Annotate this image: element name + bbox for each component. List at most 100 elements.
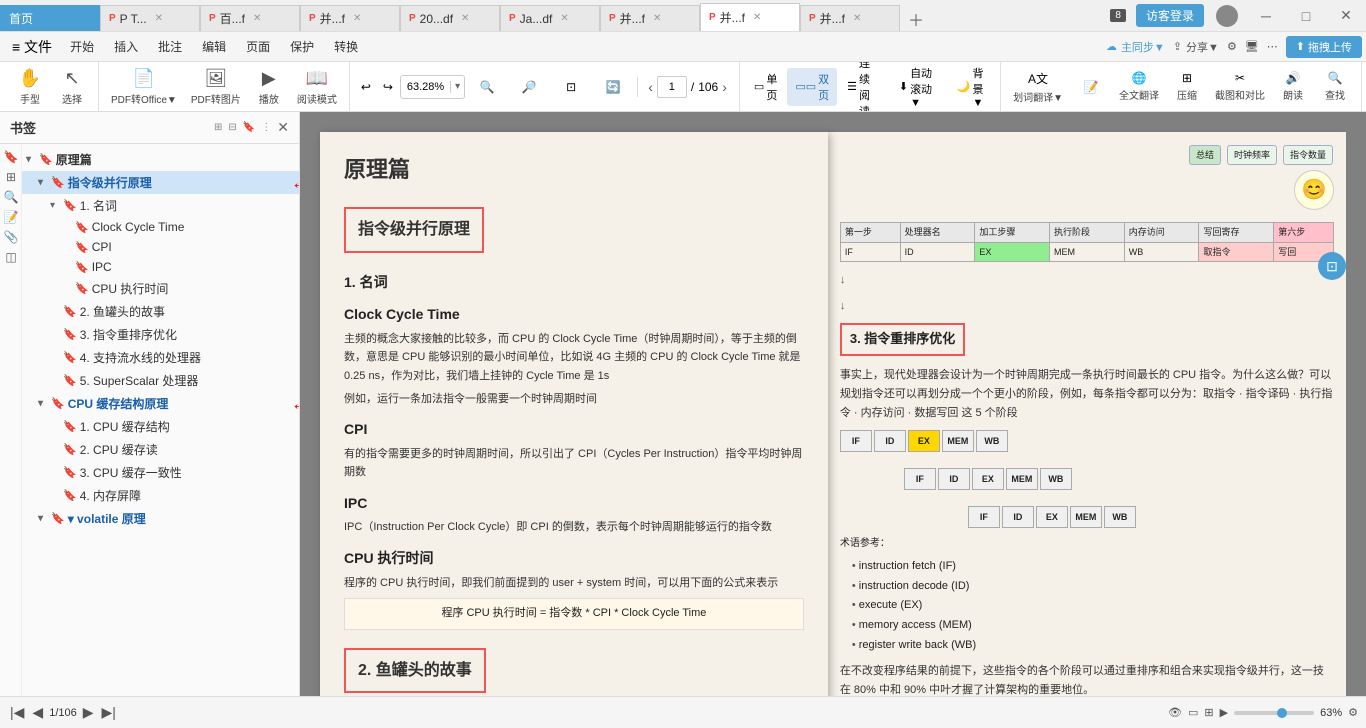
- translate-btn[interactable]: A文 划词翻译▼: [1007, 67, 1069, 107]
- tab-6[interactable]: P 并...f ✕: [600, 5, 700, 31]
- zoom-out-button[interactable]: 🔍: [467, 77, 507, 97]
- next-page-button[interactable]: ›: [722, 79, 727, 95]
- tab-3[interactable]: P 并...f ✕: [300, 5, 400, 31]
- next-page-btn[interactable]: ▶: [81, 704, 96, 721]
- zoom-slider[interactable]: [1234, 711, 1314, 715]
- sidebar-item-reorder[interactable]: 🔖 3. 指令重排序优化: [22, 323, 299, 346]
- single-page-btn[interactable]: ▭ 单页: [746, 68, 785, 106]
- play-button[interactable]: ▶ 播放: [249, 65, 289, 109]
- menu-protect[interactable]: 保护: [280, 34, 324, 59]
- screenshot-btn[interactable]: ✂ 截图和对比: [1209, 68, 1271, 105]
- zoom-in-button[interactable]: 🔎: [509, 77, 549, 97]
- sidebar-item-cache-consistency[interactable]: 🔖 3. CPU 缓存一致性: [22, 461, 299, 484]
- login-button[interactable]: 访客登录: [1136, 4, 1204, 27]
- tab-5[interactable]: P Ja...df ✕: [500, 5, 600, 31]
- continuous-btn[interactable]: ☰ 连续阅读: [839, 62, 889, 112]
- expand-button[interactable]: ⊡: [1318, 252, 1346, 280]
- search-panel-icon[interactable]: 🔍: [2, 188, 20, 206]
- tab-home[interactable]: 首页: [0, 5, 100, 31]
- add-tab-button[interactable]: ＋: [900, 7, 932, 31]
- sidebar-item-cache-struct[interactable]: 🔖 1. CPU 缓存结构: [22, 415, 299, 438]
- sidebar-item-pipeline[interactable]: 🔖 4. 支持流水线的处理器: [22, 346, 299, 369]
- tab-close-3[interactable]: ✕: [353, 13, 361, 24]
- hamburger-menu[interactable]: ≡ 文件: [4, 33, 60, 61]
- more-btn[interactable]: ⋯: [1267, 40, 1278, 53]
- menu-start[interactable]: 开始: [60, 34, 104, 59]
- read-mode-button[interactable]: 📖 阅读模式: [291, 65, 343, 109]
- sidebar-item-memory-barrier[interactable]: 🔖 4. 内存屏障: [22, 484, 299, 507]
- auto-scroll-btn[interactable]: ⬇ 自动滚动▼: [891, 62, 947, 112]
- rotate-button[interactable]: 🔄: [593, 77, 633, 97]
- monitor-btn[interactable]: 🖥: [1245, 40, 1259, 53]
- redo-button[interactable]: ↪: [378, 78, 398, 96]
- tab-close-4[interactable]: ✕: [461, 13, 469, 24]
- tab-close-7[interactable]: ✕: [753, 12, 761, 23]
- settings-btn[interactable]: ⚙: [1227, 40, 1237, 53]
- read-aloud-btn[interactable]: 🔊 朗读: [1273, 68, 1313, 105]
- hand-tool-button[interactable]: ✋ 手型: [10, 65, 50, 109]
- sidebar-item-cpu-time[interactable]: 🔖 CPU 执行时间: [22, 277, 299, 300]
- tab-2[interactable]: P 百...f ✕: [200, 5, 300, 31]
- fit-page-button[interactable]: ⊡: [551, 77, 591, 97]
- sidebar-item-cpu-cache[interactable]: ▾ 🔖 CPU 缓存结构原理 ←: [22, 392, 299, 415]
- bottom-grid-icon[interactable]: ⊞: [1204, 706, 1213, 719]
- layer-panel-icon[interactable]: ◫: [2, 248, 20, 266]
- bottom-eye-icon[interactable]: 👁: [1168, 706, 1182, 719]
- bottom-play-icon[interactable]: ▶: [1220, 706, 1228, 719]
- tab-close-8[interactable]: ✕: [853, 13, 861, 24]
- sidebar-item-fish[interactable]: 🔖 2. 鱼罐头的故事: [22, 300, 299, 323]
- double-page-btn[interactable]: ▭▭ 双页: [787, 68, 837, 106]
- attach-panel-icon[interactable]: 📎: [2, 228, 20, 246]
- sidebar-item-instruction-parallel[interactable]: ▾ 🔖 指令级并行原理 ←: [22, 171, 299, 194]
- page-input[interactable]: [657, 76, 687, 98]
- sidebar-item-cct[interactable]: 🔖 Clock Cycle Time: [22, 217, 299, 237]
- sidebar-item-superscalar[interactable]: 🔖 5. SuperScalar 处理器: [22, 369, 299, 392]
- sidebar-item-cpi[interactable]: 🔖 CPI: [22, 237, 299, 257]
- sidebar-menu-icon[interactable]: ⋮: [261, 122, 271, 133]
- share-btn[interactable]: ⇪ 分享▼: [1173, 39, 1219, 55]
- menu-annotate[interactable]: 批注: [148, 34, 192, 59]
- tab-close-1[interactable]: ✕: [155, 13, 163, 24]
- sidebar-expand-icon[interactable]: ⊞: [214, 122, 222, 133]
- last-page-btn[interactable]: ▶|: [100, 704, 118, 721]
- sidebar-item-ipc[interactable]: 🔖 IPC: [22, 257, 299, 277]
- menu-insert[interactable]: 插入: [104, 34, 148, 59]
- prev-page-button[interactable]: ‹: [648, 79, 653, 95]
- menu-convert[interactable]: 转换: [324, 34, 368, 59]
- tab-1[interactable]: P P T... ✕: [100, 5, 200, 31]
- sidebar-item-volatile[interactable]: ▾ 🔖 ▾ volatile 原理: [22, 507, 299, 530]
- close-button[interactable]: ✕: [1326, 2, 1366, 30]
- sidebar-bookmark-icon[interactable]: 🔖: [243, 122, 255, 133]
- pdf-to-office-button[interactable]: 📄 PDF转Office▼: [105, 65, 183, 109]
- tab-8[interactable]: P 并...f ✕: [800, 5, 900, 31]
- ocr-btn[interactable]: 📝: [1071, 77, 1111, 97]
- background-btn[interactable]: 🌙 背景▼: [949, 62, 994, 112]
- compress-btn[interactable]: ⊞ 压缩: [1167, 68, 1207, 105]
- bottom-settings-icon[interactable]: ⚙: [1348, 706, 1358, 719]
- select-tool-button[interactable]: ↖ 选择: [52, 65, 92, 109]
- undo-button[interactable]: ↩: [356, 78, 376, 96]
- find-btn[interactable]: 🔍 查找: [1315, 68, 1355, 105]
- maximize-button[interactable]: □: [1286, 2, 1326, 30]
- upload-btn[interactable]: ⬆ 拖拽上传: [1286, 36, 1362, 58]
- bottom-page-view-icon[interactable]: ▭: [1188, 706, 1198, 719]
- tab-close-6[interactable]: ✕: [653, 13, 661, 24]
- note-panel-icon[interactable]: 📝: [2, 208, 20, 226]
- pdf-to-image-button[interactable]: 🖼 PDF转图片: [185, 65, 247, 109]
- tab-4[interactable]: P 20...df ✕: [400, 5, 500, 31]
- thumbnail-panel-icon[interactable]: ⊞: [2, 168, 20, 186]
- prev-page-btn[interactable]: ◀: [30, 704, 45, 721]
- bookmark-panel-icon[interactable]: 🔖: [2, 148, 20, 166]
- tab-7[interactable]: P 并...f ✕: [700, 3, 800, 31]
- sidebar-item-yuanli[interactable]: ▾ 🔖 原理篇: [22, 148, 299, 171]
- minimize-button[interactable]: ─: [1246, 2, 1286, 30]
- sidebar-close-button[interactable]: ✕: [277, 119, 289, 136]
- sync-btn[interactable]: ☁ 主同步▼: [1106, 39, 1165, 55]
- menu-edit[interactable]: 编辑: [192, 34, 236, 59]
- full-translate-btn[interactable]: 🌐 全文翻译: [1113, 68, 1165, 105]
- sidebar-collapse-icon[interactable]: ⊟: [228, 122, 236, 133]
- tab-close-5[interactable]: ✕: [560, 13, 568, 24]
- zoom-dropdown[interactable]: ▾: [451, 81, 464, 92]
- first-page-btn[interactable]: |◀: [8, 704, 26, 721]
- sidebar-item-cache-read[interactable]: 🔖 2. CPU 缓存读: [22, 438, 299, 461]
